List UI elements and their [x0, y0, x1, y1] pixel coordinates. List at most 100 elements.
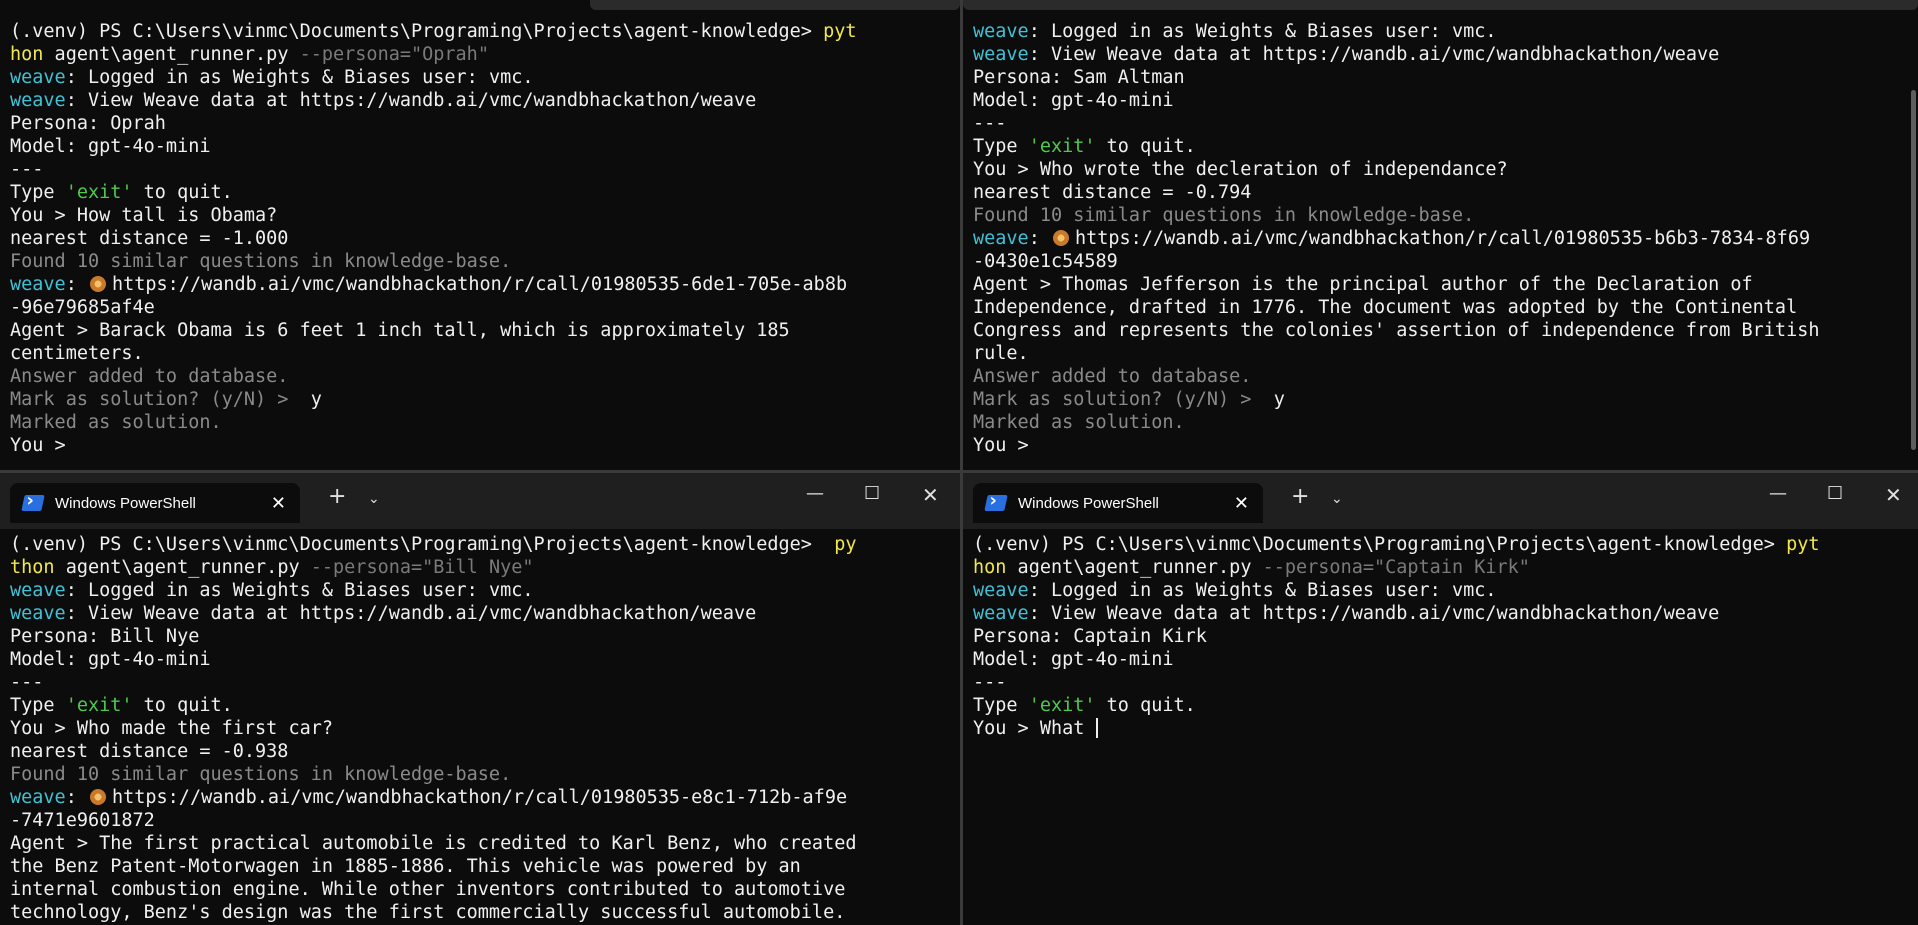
trace-link[interactable]: https://wandb.ai/vmc/wandbhackathon/r/ca…	[112, 787, 847, 808]
agent-answer: Agent > The first practical automobile i…	[10, 833, 857, 854]
weave-label: weave	[10, 67, 66, 88]
terminal-output[interactable]: (.venv) PS C:\Users\vinmc\Documents\Prog…	[10, 533, 950, 924]
output-line: : View Weave data at https://wandb.ai/vm…	[1028, 44, 1720, 65]
input-prompt[interactable]: You >	[10, 434, 950, 457]
weave-label: weave	[10, 580, 66, 601]
status-line: Answer added to database.	[10, 366, 289, 387]
input-prompt[interactable]: You >	[973, 434, 1908, 457]
minimize-icon[interactable]: —	[806, 483, 824, 504]
terminal-output[interactable]: (.venv) PS C:\Users\vinmc\Documents\Prog…	[973, 533, 1908, 740]
terminal-output[interactable]: (.venv) PS C:\Users\vinmc\Documents\Prog…	[10, 20, 950, 457]
weave-label: weave	[10, 274, 66, 295]
solution-prompt: Mark as solution? (y/N) >	[10, 389, 300, 410]
output-line: : Logged in as Weights & Biases user: vm…	[1028, 21, 1497, 42]
command-option: --persona="Oprah"	[299, 44, 489, 65]
output-line: : Logged in as Weights & Biases user: vm…	[65, 67, 534, 88]
agent-answer: Agent > Thomas Jefferson is the principa…	[973, 274, 1753, 295]
agent-answer-cont: internal combustion engine. While other …	[10, 879, 846, 900]
output-line: to quit.	[132, 182, 233, 203]
tabbar-strip	[590, 0, 960, 10]
powershell-icon	[21, 495, 45, 511]
user-question: You > How tall is Obama?	[10, 205, 278, 226]
output-line: Type	[973, 136, 1029, 157]
plus-icon[interactable]: +	[328, 484, 346, 509]
output-line: Type	[10, 182, 66, 203]
output-line: to quit.	[1095, 136, 1196, 157]
command: pyt	[1786, 534, 1820, 555]
plus-icon[interactable]: +	[1291, 484, 1309, 509]
terminal-pane-top-right[interactable]: weave: Logged in as Weights & Biases use…	[963, 0, 1918, 470]
agent-answer: Agent > Barack Obama is 6 feet 1 inch ta…	[10, 320, 790, 341]
terminal-pane-bottom-right[interactable]: Windows PowerShell ✕ + ⌄ — ☐ ✕ (.venv) P…	[963, 473, 1918, 925]
model-line: Model: gpt-4o-mini	[10, 136, 211, 157]
minimize-icon[interactable]: —	[1769, 483, 1787, 504]
agent-answer-cont: Congress and represents the colonies' as…	[973, 320, 1820, 341]
model-line: Model: gpt-4o-mini	[10, 649, 211, 670]
separator: ---	[973, 672, 1007, 693]
pane-divider-horizontal[interactable]	[0, 470, 1918, 473]
output-line: : Logged in as Weights & Biases user: vm…	[65, 580, 534, 601]
close-icon[interactable]: ✕	[1234, 493, 1249, 514]
output-line: Type	[10, 695, 66, 716]
command-option: --persona="Bill Nye"	[310, 557, 534, 578]
input-line[interactable]: You > What	[973, 717, 1908, 740]
weave-emoji-icon	[89, 789, 106, 805]
tab-bar: Windows PowerShell ✕ + ⌄ — ☐ ✕	[963, 473, 1918, 529]
weave-label: weave	[973, 21, 1029, 42]
prompt: (.venv) PS C:\Users\vinmc\Documents\Prog…	[10, 21, 824, 42]
weave-emoji-icon	[89, 276, 106, 292]
weave-label: weave	[973, 603, 1029, 624]
found-line: Found 10 similar questions in knowledge-…	[10, 251, 512, 272]
chevron-down-icon[interactable]: ⌄	[368, 491, 380, 507]
command: hon	[973, 557, 1007, 578]
solution-answer: y	[299, 389, 322, 410]
trace-link-cont[interactable]: -0430e1c54589	[973, 250, 1908, 273]
prompt: (.venv) PS C:\Users\vinmc\Documents\Prog…	[973, 534, 1787, 555]
close-icon[interactable]: ✕	[271, 493, 286, 514]
tab-bar: Windows PowerShell ✕ + ⌄ — ☐ ✕	[0, 473, 960, 529]
output-line: : View Weave data at https://wandb.ai/vm…	[1028, 603, 1720, 624]
output-line: :	[1028, 228, 1051, 249]
maximize-icon[interactable]: ☐	[1827, 483, 1843, 504]
output-line: : View Weave data at https://wandb.ai/vm…	[65, 603, 757, 624]
window-close-icon[interactable]: ✕	[1885, 483, 1902, 507]
trace-link[interactable]: https://wandb.ai/vmc/wandbhackathon/r/ca…	[112, 274, 847, 295]
command-arg: agent\agent_runner.py	[43, 44, 300, 65]
tab-windows-powershell[interactable]: Windows PowerShell ✕	[10, 483, 300, 523]
tab-title: Windows PowerShell	[55, 494, 196, 512]
solution-prompt: Mark as solution? (y/N) >	[973, 389, 1263, 410]
command-arg: agent\agent_runner.py	[1006, 557, 1263, 578]
chevron-down-icon[interactable]: ⌄	[1331, 491, 1343, 507]
weave-label: weave	[973, 580, 1029, 601]
text-cursor	[1095, 718, 1098, 738]
trace-link-cont[interactable]: -96e79685af4e	[10, 296, 950, 319]
scrollbar[interactable]	[1911, 90, 1916, 450]
separator: ---	[973, 113, 1007, 134]
weave-label: weave	[10, 90, 66, 111]
output-line: to quit.	[1095, 695, 1196, 716]
command-option: --persona="Captain Kirk"	[1262, 557, 1530, 578]
found-line: Found 10 similar questions in knowledge-…	[10, 764, 512, 785]
terminal-pane-top-left[interactable]: (.venv) PS C:\Users\vinmc\Documents\Prog…	[0, 0, 960, 470]
command: py	[823, 534, 857, 555]
persona-line: Persona: Captain Kirk	[973, 626, 1207, 647]
tab-windows-powershell[interactable]: Windows PowerShell ✕	[973, 483, 1263, 523]
status-line: Marked as solution.	[973, 412, 1185, 433]
output-line: Type	[973, 695, 1029, 716]
model-line: Model: gpt-4o-mini	[973, 649, 1174, 670]
trace-link[interactable]: https://wandb.ai/vmc/wandbhackathon/r/ca…	[1075, 228, 1810, 249]
found-line: Found 10 similar questions in knowledge-…	[973, 205, 1475, 226]
window-close-icon[interactable]: ✕	[922, 483, 939, 507]
output-line: : Logged in as Weights & Biases user: vm…	[1028, 580, 1497, 601]
terminal-output[interactable]: weave: Logged in as Weights & Biases use…	[973, 20, 1908, 457]
weave-label: weave	[973, 228, 1029, 249]
weave-label: weave	[10, 787, 66, 808]
command-arg: agent\agent_runner.py	[54, 557, 311, 578]
agent-answer-cont: rule.	[973, 343, 1029, 364]
pane-divider-vertical[interactable]	[960, 0, 963, 925]
user-input[interactable]: You > What	[973, 718, 1096, 739]
trace-link-cont[interactable]: -7471e9601872	[10, 809, 950, 832]
terminal-pane-bottom-left[interactable]: Windows PowerShell ✕ + ⌄ — ☐ ✕ (.venv) P…	[0, 473, 960, 925]
maximize-icon[interactable]: ☐	[864, 483, 880, 504]
weave-emoji-icon	[1052, 230, 1069, 246]
